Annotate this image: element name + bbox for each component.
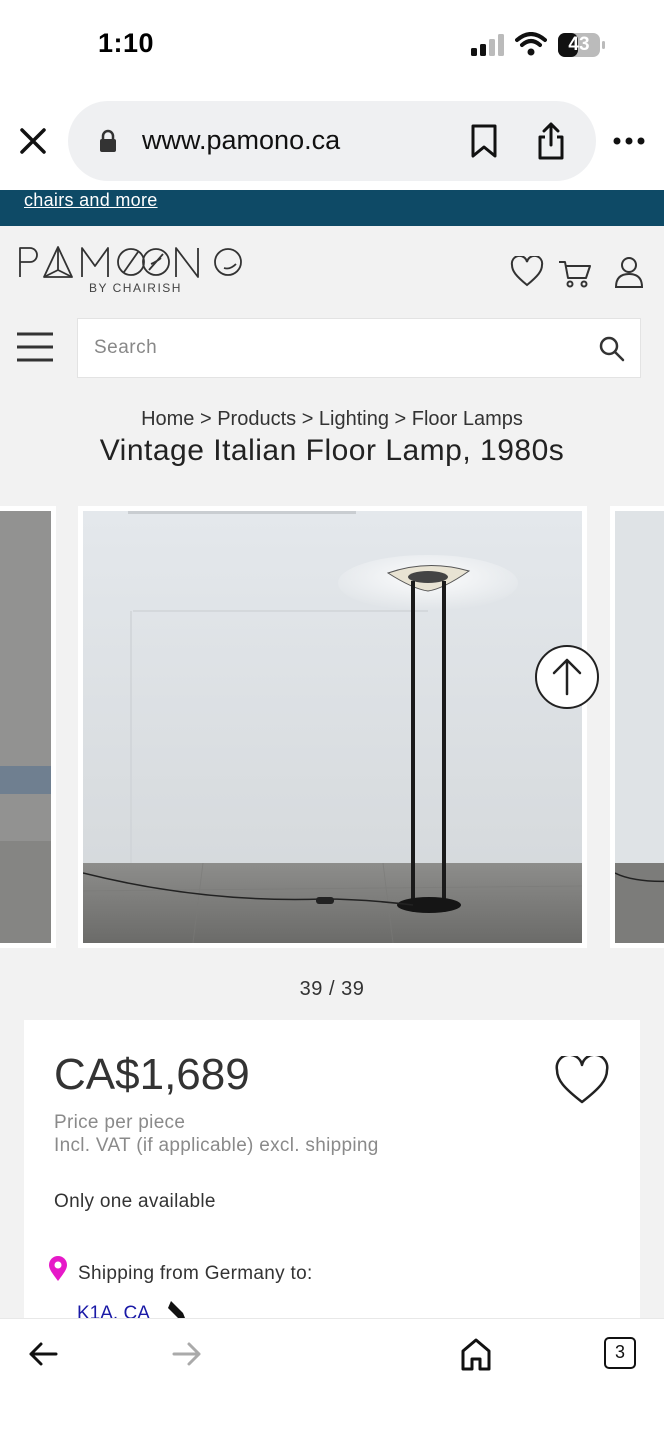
shipping-destination[interactable]: K1A, CA xyxy=(77,1303,150,1318)
bookmark-icon[interactable] xyxy=(470,124,498,158)
next-slide-photo xyxy=(615,511,664,943)
price-note: Price per piece xyxy=(54,1112,186,1133)
cellular-signal-icon xyxy=(471,34,504,56)
menu-icon[interactable] xyxy=(16,331,54,363)
breadcrumb[interactable]: Home > Products > Lighting > Floor Lamps xyxy=(0,408,664,431)
tabs-button[interactable]: 3 xyxy=(604,1337,636,1369)
back-arrow-icon[interactable] xyxy=(28,1341,58,1367)
status-time: 1:10 xyxy=(98,28,155,58)
gallery-main-slide[interactable] xyxy=(78,506,587,948)
floor-lamp-photo xyxy=(83,511,582,943)
share-icon[interactable] xyxy=(536,121,566,161)
forward-arrow-icon[interactable] xyxy=(172,1341,202,1367)
home-icon[interactable] xyxy=(460,1337,492,1371)
search-icon[interactable] xyxy=(598,335,626,363)
favorite-heart-icon[interactable] xyxy=(554,1056,610,1106)
site-content: BY CHAIRISH Search Home > Products > Lig… xyxy=(0,226,664,1318)
product-price: CA$1,689 xyxy=(54,1050,250,1099)
price-card: CA$1,689 Price per piece Incl. VAT (if a… xyxy=(24,1020,640,1318)
page-title: Vintage Italian Floor Lamp, 1980s xyxy=(99,434,565,467)
gallery-counter: 39 / 39 xyxy=(299,978,365,1000)
battery-level: 43 xyxy=(568,34,590,55)
prev-slide-photo xyxy=(0,511,51,943)
wishlist-heart-icon[interactable] xyxy=(510,256,544,288)
pamono-logo[interactable] xyxy=(18,244,244,280)
search-placeholder: Search xyxy=(94,337,158,358)
account-icon[interactable] xyxy=(614,256,644,288)
url-text[interactable]: www.pamono.ca xyxy=(142,125,340,156)
status-bar: 1:10 43 xyxy=(0,0,664,90)
logo-subtitle: BY CHAIRISH xyxy=(89,281,182,295)
browser-toolbar: www.pamono.ca xyxy=(0,90,664,190)
shipping-origin: Shipping from Germany to: xyxy=(78,1263,313,1284)
scroll-to-top-button[interactable] xyxy=(534,644,600,710)
close-icon[interactable] xyxy=(18,126,48,156)
more-options-icon[interactable] xyxy=(612,136,646,146)
search-input[interactable]: Search xyxy=(77,318,641,378)
battery-icon: 43 xyxy=(557,32,607,58)
lock-icon xyxy=(100,129,116,152)
availability: Only one available xyxy=(54,1191,216,1212)
promo-banner: chairs and more xyxy=(0,190,664,226)
gallery-prev-slide[interactable] xyxy=(0,506,56,948)
location-pin-icon xyxy=(49,1256,67,1281)
browser-bottom-bar: 3 xyxy=(0,1318,664,1440)
promo-link[interactable]: chairs and more xyxy=(24,190,158,211)
vat-note: Incl. VAT (if applicable) excl. shipping xyxy=(54,1135,379,1156)
gallery-next-slide[interactable] xyxy=(610,506,664,948)
edit-pencil-icon[interactable] xyxy=(164,1300,188,1318)
cart-icon[interactable] xyxy=(558,256,592,288)
wifi-icon xyxy=(515,32,547,56)
address-bar[interactable]: www.pamono.ca xyxy=(68,101,596,181)
